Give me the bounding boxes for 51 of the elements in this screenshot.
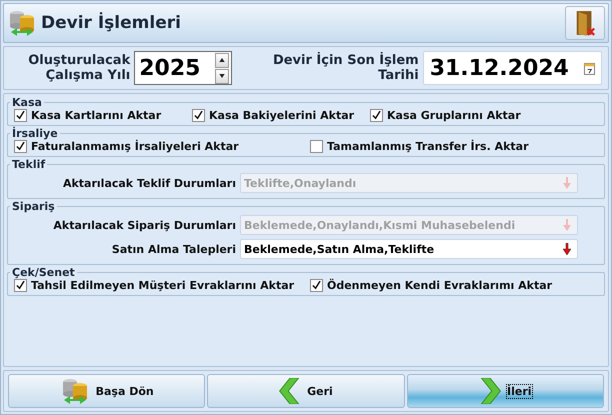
checkbox-option[interactable]: Faturalanmamış İrsaliyeleri Aktar xyxy=(14,140,310,153)
checkbox-option[interactable]: Kasa Bakiyelerini Aktar xyxy=(192,109,370,122)
next-button[interactable]: İleri xyxy=(406,374,604,408)
field-label: Aktarılacak Teklif Durumları xyxy=(62,176,236,190)
checkbox-option[interactable]: Kasa Kartlarını Aktar xyxy=(14,109,192,122)
checkbox[interactable] xyxy=(370,109,383,122)
checkbox-option[interactable]: Kasa Gruplarını Aktar xyxy=(370,109,598,122)
checkbox[interactable] xyxy=(192,109,205,122)
field-label: Satın Alma Talepleri xyxy=(110,242,236,256)
year-value: 2025 xyxy=(139,56,200,80)
checkbox-label: Kasa Bakiyelerini Aktar xyxy=(209,109,354,122)
field-label: Aktarılacak Sipariş Durumları xyxy=(52,218,236,232)
checkbox[interactable] xyxy=(310,140,323,153)
date-value: 31.12.2024 xyxy=(430,56,569,80)
group-title: Kasa xyxy=(11,96,43,109)
calendar-icon[interactable] xyxy=(584,62,595,74)
checkbox-label: Faturalanmamış İrsaliyeleri Aktar xyxy=(31,140,239,153)
checkbox[interactable] xyxy=(14,279,27,292)
exit-button[interactable] xyxy=(565,6,605,40)
down-arrow-icon xyxy=(563,243,571,255)
checkbox-label: Kasa Gruplarını Aktar xyxy=(387,109,521,122)
down-arrow-icon xyxy=(563,177,571,189)
start-over-button[interactable]: Başa Dön xyxy=(8,374,206,408)
spin-down-button[interactable] xyxy=(215,68,230,84)
checkbox[interactable] xyxy=(310,279,323,292)
checkbox-label: Tamamlanmış Transfer İrs. Aktar xyxy=(327,140,529,153)
left-chevron-icon xyxy=(279,378,302,404)
checkbox[interactable] xyxy=(14,140,27,153)
down-arrow-icon xyxy=(219,74,226,78)
date-label: Devir İçin Son İşlem Tarihi xyxy=(272,53,419,83)
year-label: Oluşturulacak Çalışma Yılı xyxy=(27,53,130,83)
year-spinner[interactable]: 2025 xyxy=(134,51,232,85)
date-field[interactable]: 31.12.2024 xyxy=(422,51,602,85)
coins-icon xyxy=(7,8,37,38)
checkbox[interactable] xyxy=(14,109,27,122)
right-chevron-icon xyxy=(479,378,502,404)
dropdown-field[interactable]: Beklemede,Satın Alma,Teklifte xyxy=(240,239,578,259)
group-title: Teklif xyxy=(11,158,46,171)
window-title: Devir İşlemleri xyxy=(41,13,181,33)
checkbox-option[interactable]: Ödenmeyen Kendi Evraklarımı Aktar xyxy=(310,279,598,292)
group-title: Sipariş xyxy=(11,200,56,213)
group-title: Çek/Senet xyxy=(11,266,76,279)
checkbox-label: Kasa Kartlarını Aktar xyxy=(31,109,162,122)
group-title: İrsaliye xyxy=(11,127,59,140)
checkbox-option[interactable]: Tamamlanmış Transfer İrs. Aktar xyxy=(310,140,598,153)
back-button[interactable]: Geri xyxy=(207,374,405,408)
down-arrow-icon xyxy=(563,219,571,231)
spin-up-button[interactable] xyxy=(215,52,230,68)
up-arrow-icon xyxy=(219,58,226,62)
door-icon xyxy=(574,9,596,37)
checkbox-label: Ödenmeyen Kendi Evraklarımı Aktar xyxy=(327,279,552,292)
